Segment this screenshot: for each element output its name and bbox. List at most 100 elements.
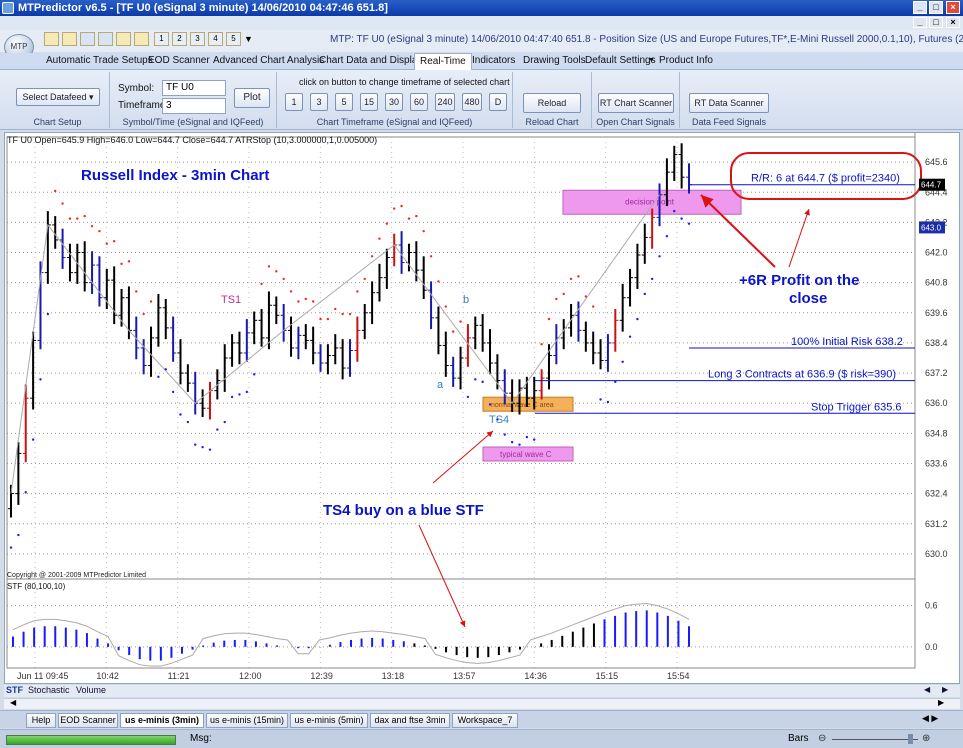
tf-15-button[interactable]: 15 [360, 93, 378, 111]
stf-indicator-panel: STF (80,100,10) 0.6 0.0 [6, 578, 938, 669]
reload-button[interactable]: Reload [523, 93, 581, 113]
workspace-tab-us-eminis-5min[interactable]: us e-minis (5min) [290, 713, 368, 728]
profit-label-line1: +6R Profit on the [739, 272, 859, 289]
close-button[interactable]: × [946, 1, 960, 14]
tab-indicators[interactable]: Indicators [472, 55, 515, 66]
tf-5-button[interactable]: 5 [335, 93, 353, 111]
chart-icon[interactable] [116, 32, 131, 46]
inner-restore-button[interactable]: □ [929, 17, 943, 28]
workspace-tab-us-eminis-3min[interactable]: us e-minis (3min) [120, 713, 204, 728]
tab-default-settings[interactable]: Default Settings [585, 55, 656, 66]
tab-automatic-trade-setups[interactable]: Automatic Trade Setups [46, 55, 153, 66]
atr-stop-dot [474, 378, 477, 381]
tab-eod-scanner[interactable]: EOD Scanner [148, 55, 210, 66]
group-reload-chart: Reload Reload Chart [513, 72, 592, 128]
workspace-tab-nav-icon[interactable]: ◀ ▶ [922, 713, 938, 724]
tab-product-info[interactable]: Product Info [659, 55, 713, 66]
indicator-tab-stf[interactable]: STF [6, 685, 23, 695]
tab-advanced-chart-analysis[interactable]: Advanced Chart Analysis [213, 55, 324, 66]
inner-minimize-button[interactable]: _ [913, 17, 927, 28]
scrollbar-left-arrow-icon[interactable]: ◀ [10, 698, 16, 707]
tab-chart-data-display[interactable]: Chart Data and Display [319, 55, 422, 66]
inner-close-button[interactable]: × [946, 17, 960, 28]
y-tick-label: 636.0 [925, 398, 948, 408]
timeframe-3-button[interactable]: 3 [190, 32, 205, 46]
workspace-tab-us-eminis-15min[interactable]: us e-minis (15min) [206, 713, 288, 728]
scanner-icon[interactable] [134, 32, 149, 46]
atr-stop-dot [216, 428, 219, 431]
tab-real-time[interactable]: Real-Time [414, 53, 472, 70]
stop-trigger-label: Stop Trigger 635.6 [811, 401, 902, 413]
horizontal-scrollbar[interactable]: ◀ ▶ [4, 698, 960, 709]
atr-stop-dot [68, 217, 72, 220]
open-folder-icon[interactable] [62, 32, 77, 46]
tf-d-button[interactable]: D [489, 93, 507, 111]
zoom-slider-thumb[interactable] [908, 734, 913, 744]
scroll-right-icon[interactable]: ▶ [942, 685, 948, 694]
timeframe-4-button[interactable]: 4 [208, 32, 223, 46]
workspace-tab-eod-scanner[interactable]: EOD Scanner [58, 713, 118, 728]
tab-drawing-tools[interactable]: Drawing Tools [523, 55, 586, 66]
symbol-input[interactable]: TF U0 [162, 80, 226, 96]
atr-stop-dot [260, 282, 263, 286]
price-axis: 645.6644.4643.2642.0640.8639.6638.4637.2… [17, 157, 948, 681]
ts4-arrow-2 [418, 524, 466, 628]
symbol-label: Symbol: [118, 83, 155, 94]
tf-3-button[interactable]: 3 [310, 93, 328, 111]
rt-data-scanner-button[interactable]: RT Data Scanner [689, 93, 769, 113]
timeframe-5-button[interactable]: 5 [226, 32, 241, 46]
tf-30-button[interactable]: 30 [385, 93, 403, 111]
rt-chart-scanner-button[interactable]: RT Chart Scanner [598, 93, 674, 113]
minimize-button[interactable]: _ [913, 1, 927, 14]
workspace-tab-help[interactable]: Help [26, 713, 56, 728]
stf-panel-frame [6, 578, 916, 669]
timeframe-1-button[interactable]: 1 [154, 32, 169, 46]
atr-stop-dot [105, 242, 109, 245]
group-chart-setup: Select Datafeed ▾ Chart Setup [6, 72, 110, 128]
tf-240-button[interactable]: 240 [435, 93, 455, 111]
plot-button[interactable]: Plot [234, 88, 270, 108]
atr-stop-dot [17, 533, 20, 537]
quickbar-dropdown-icon[interactable]: ▼ [244, 34, 253, 44]
atr-stop-dot [444, 305, 448, 308]
atr-stop-dot [208, 448, 212, 451]
print-icon[interactable] [98, 32, 113, 46]
workspace-tab-dax-ftse[interactable]: dax and ftse 3min [370, 713, 450, 728]
atr-stop-dot [599, 398, 602, 401]
scrollbar-right-arrow-icon[interactable]: ▶ [938, 698, 944, 707]
bars-zoom-slider[interactable] [832, 739, 918, 740]
price-chart[interactable]: 645.6644.4643.2642.0640.8639.6638.4637.2… [5, 133, 959, 683]
tf-60-button[interactable]: 60 [410, 93, 428, 111]
maximize-button[interactable]: □ [929, 1, 943, 14]
timeframe-input[interactable]: 3 [162, 98, 226, 114]
atr-stop-dot [171, 390, 175, 394]
timeframe-2-button[interactable]: 2 [172, 32, 187, 46]
stf-tick-label: 0.0 [925, 642, 938, 652]
zoom-out-icon[interactable]: ⊖ [818, 733, 826, 744]
save-icon[interactable] [80, 32, 95, 46]
atr-stop-dot [687, 222, 691, 225]
select-datafeed-button[interactable]: Select Datafeed ▾ [16, 88, 100, 106]
atr-stop-dot [149, 300, 153, 303]
tf-480-button[interactable]: 480 [462, 93, 482, 111]
scroll-left-icon[interactable]: ◀ [924, 685, 930, 694]
atr-stop-dot [658, 255, 661, 258]
new-icon[interactable] [44, 32, 59, 46]
workspace-tab-workspace-7[interactable]: Workspace_7 [452, 713, 518, 728]
atr-stop-dot [569, 277, 573, 281]
indicator-tab-volume[interactable]: Volume [76, 685, 106, 695]
zoom-in-icon[interactable]: ⊕ [922, 733, 930, 744]
chart-grid [6, 133, 916, 668]
atr-stop-dot [415, 214, 418, 218]
tf-1-button[interactable]: 1 [285, 93, 303, 111]
annotation-zones: decision pointnormal wave C areatypical … [482, 189, 742, 462]
long-position-label: Long 3 Contracts at 636.9 ($ risk=390) [708, 369, 896, 381]
typical-wave-c-label: typical wave C [500, 450, 552, 459]
chart-window[interactable]: 645.6644.4643.2642.0640.8639.6638.4637.2… [4, 132, 960, 684]
indicator-tab-stochastic[interactable]: Stochastic [28, 685, 70, 695]
default-settings-dropdown-icon[interactable]: ▼ [648, 57, 655, 64]
atr-stop-dot [46, 312, 50, 316]
atr-stop-dot [194, 443, 197, 446]
x-tick-label: 12:39 [310, 671, 333, 681]
atr-stop-dot [385, 222, 389, 225]
